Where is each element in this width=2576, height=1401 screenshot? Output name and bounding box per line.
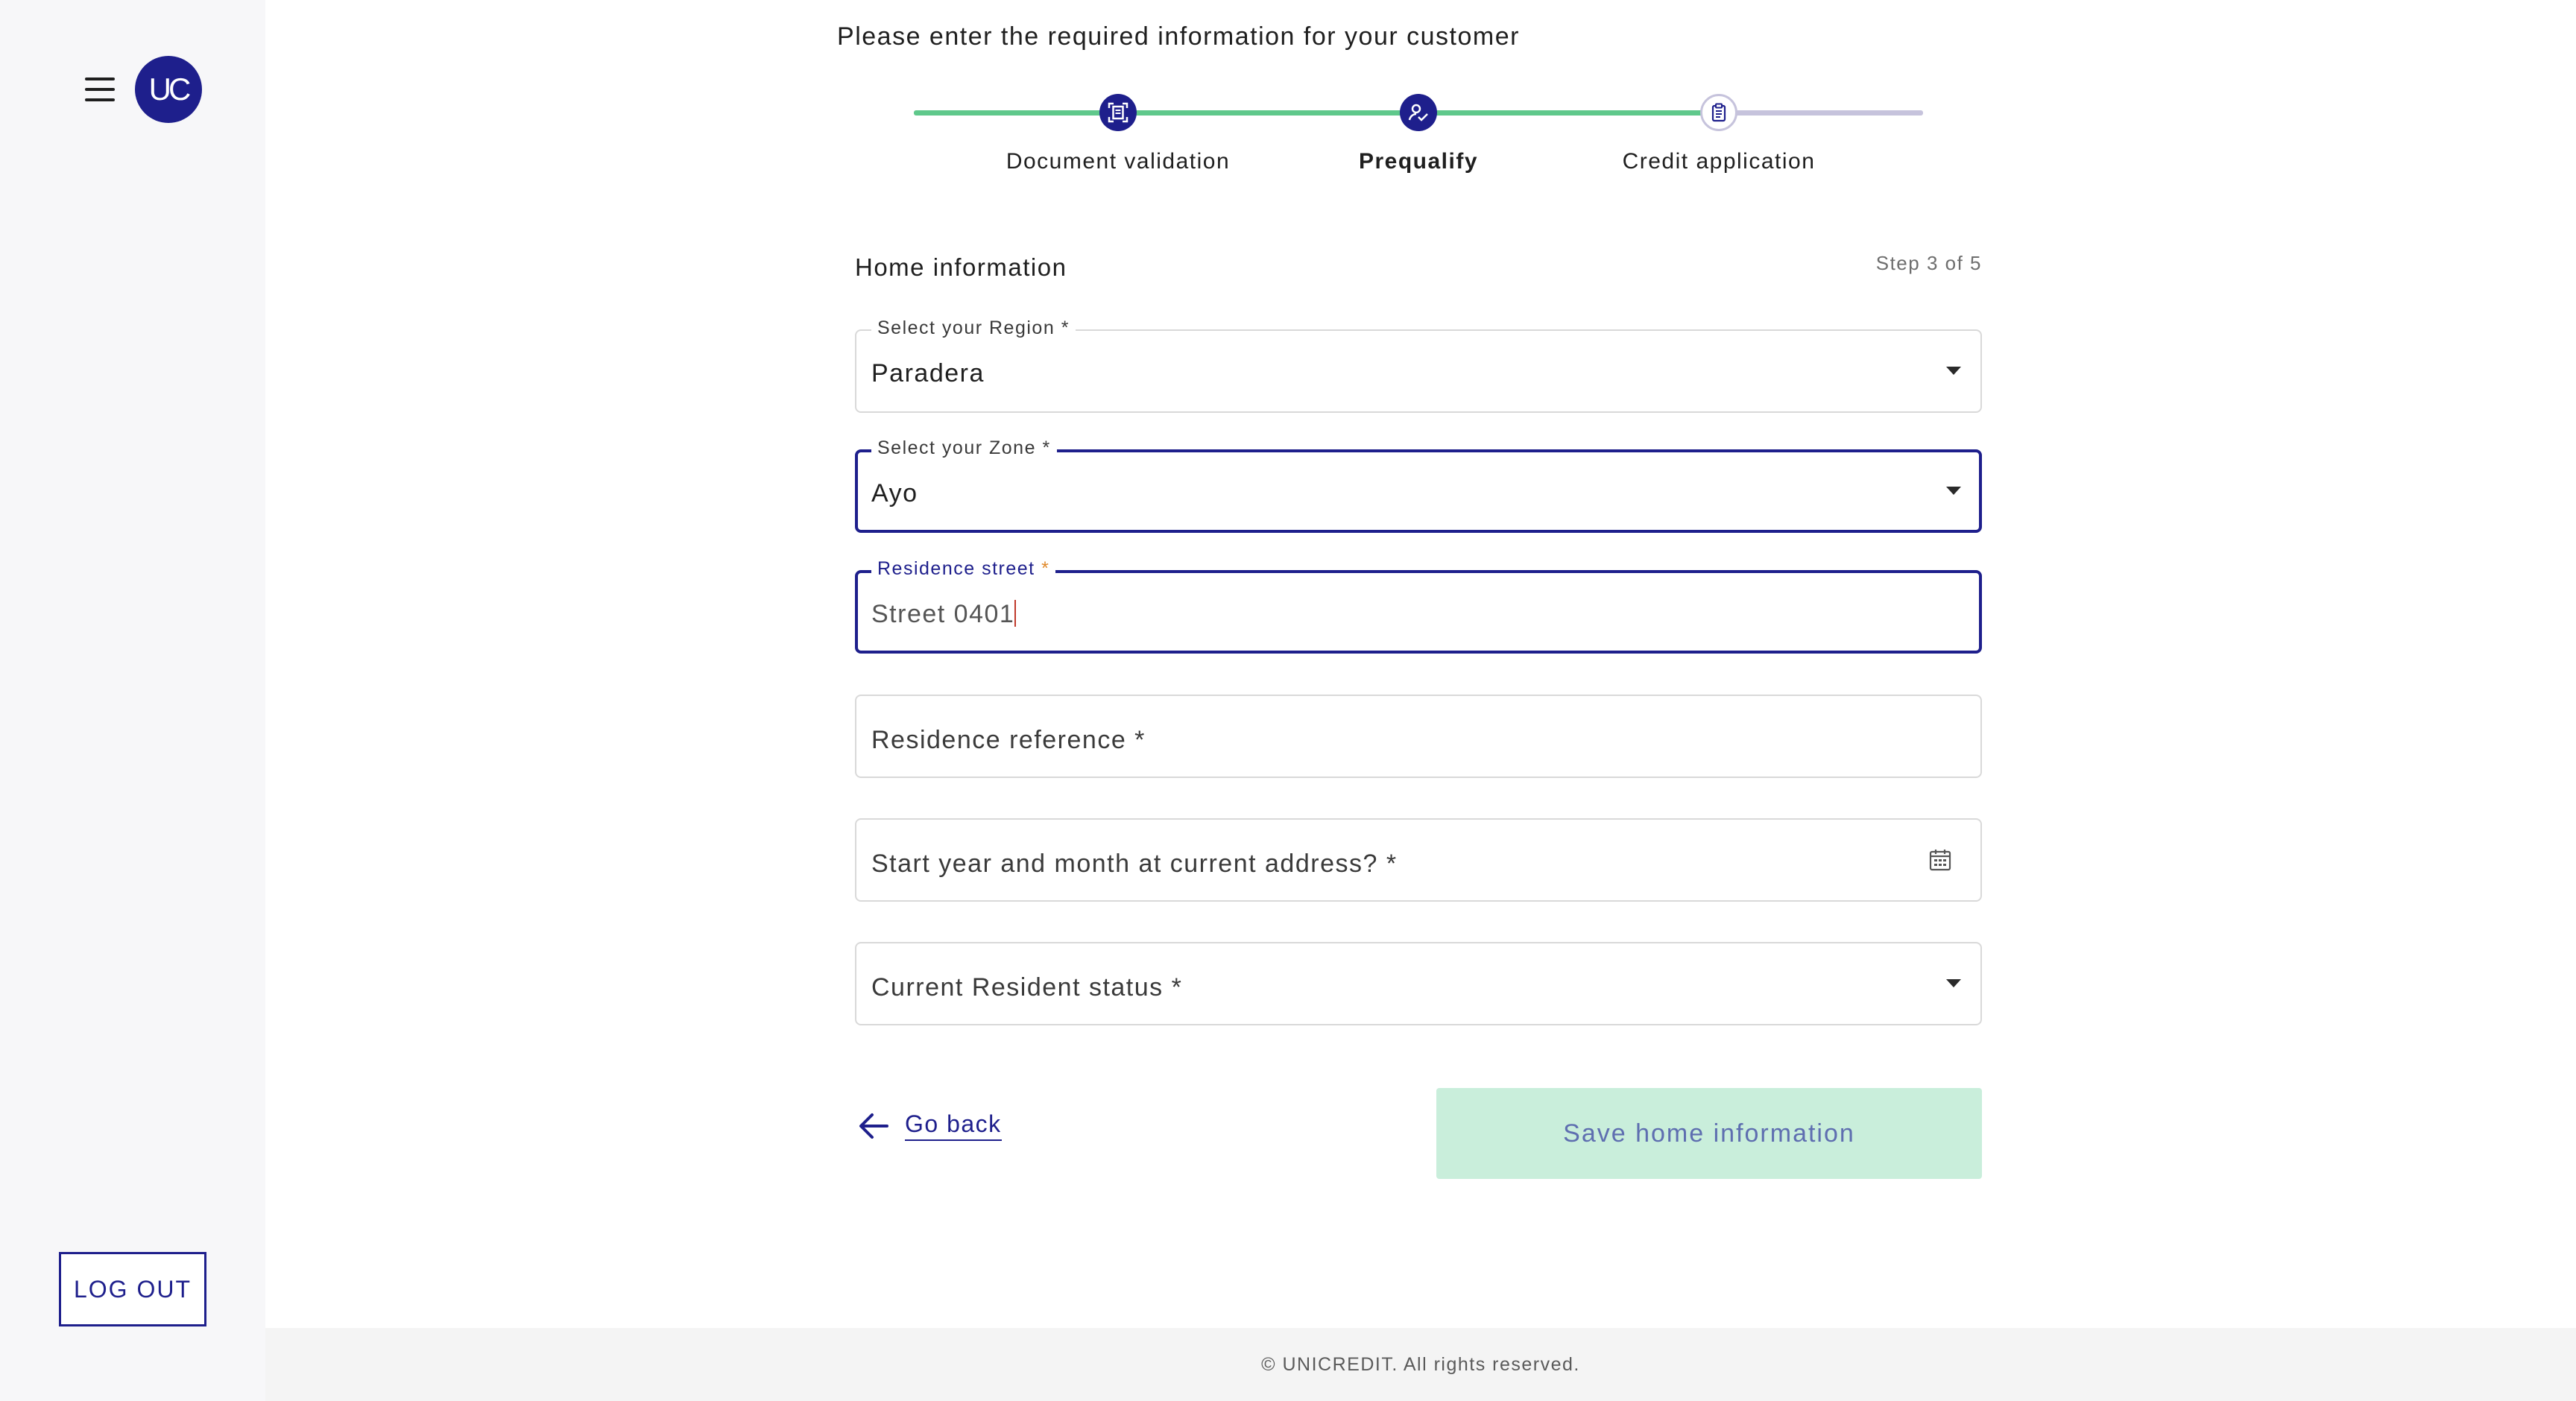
sidebar: UC LOG OUT [0, 0, 265, 1401]
calendar-icon[interactable] [1928, 848, 1952, 872]
dropdown-arrow-icon [1946, 979, 1961, 987]
step-label: Prequalify [1358, 149, 1479, 174]
residence-street-label: Residence street * [871, 558, 1056, 580]
zone-value: Ayo [871, 479, 918, 507]
region-value: Paradera [871, 359, 985, 388]
step-indicator: Step 3 of 5 [1875, 252, 1982, 274]
zone-label: Select your Zone * [871, 437, 1057, 459]
resident-status-placeholder: Current Resident status * [871, 973, 1183, 1002]
go-back-link[interactable]: Go back [857, 1110, 1002, 1141]
clipboard-icon [1700, 94, 1737, 131]
text-cursor [1014, 600, 1017, 627]
dropdown-arrow-icon [1946, 487, 1961, 495]
region-select[interactable]: Select your Region * Paradera [855, 317, 1982, 413]
footer-copyright: © UNICREDIT. All rights reserved. [265, 1328, 2576, 1401]
step-label: Credit application [1622, 149, 1816, 174]
go-back-label: Go back [905, 1110, 1002, 1141]
step-credit-application: Credit application [1570, 89, 1868, 174]
residence-reference-placeholder: Residence reference * [871, 726, 1146, 754]
start-date-placeholder: Start year and month at current address?… [871, 850, 1398, 878]
residence-street-value: Street 0401 [871, 600, 1017, 628]
logout-button[interactable]: LOG OUT [59, 1252, 206, 1326]
zone-select[interactable]: Select your Zone * Ayo [855, 437, 1982, 533]
step-prequalify: Prequalify [1269, 89, 1568, 174]
save-home-information-button[interactable]: Save home information [1436, 1088, 1982, 1179]
document-scan-icon [1099, 94, 1137, 131]
page-instruction: Please enter the required information fo… [837, 22, 1520, 51]
section-title: Home information [855, 253, 1067, 281]
arrow-left-icon [859, 1113, 888, 1139]
region-label: Select your Region * [871, 317, 1076, 339]
dropdown-arrow-icon [1946, 367, 1961, 375]
progress-stepper: Document validation Prequalify Credit ap… [914, 89, 1923, 179]
user-check-icon [1400, 94, 1437, 131]
step-label: Document validation [1006, 149, 1231, 174]
avatar[interactable]: UC [135, 56, 202, 123]
residence-reference-input[interactable]: Residence reference * [855, 695, 1982, 778]
start-date-input[interactable]: Start year and month at current address?… [855, 818, 1982, 902]
residence-street-input[interactable]: Residence street * Street 0401 [855, 558, 1982, 654]
step-document-validation: Document validation [969, 89, 1267, 174]
resident-status-select[interactable]: Current Resident status * [855, 942, 1982, 1025]
menu-icon[interactable] [85, 78, 115, 101]
